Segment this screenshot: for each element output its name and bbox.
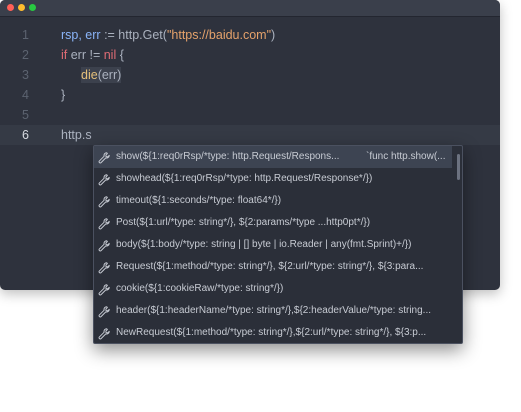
autocomplete-item[interactable]: NewRequest(${1:method/*type: string*/},$… <box>94 322 452 344</box>
autocomplete-item-label: showhead(${1:req0rRsp/*type: http.Reques… <box>116 173 373 184</box>
autocomplete-item-label: Request(${1:method/*type: string*/}, ${2… <box>116 261 424 272</box>
autocomplete-item-label: Post(${1:url/*type: string*/}, ${2:param… <box>116 217 371 228</box>
code-token: (err) <box>97 68 122 82</box>
autocomplete-item[interactable]: timeout(${1:seconds/*type: float64*/}) <box>94 190 452 212</box>
wrench-icon <box>98 261 110 274</box>
autocomplete-item[interactable]: header(${1:headerName/*type: string*/},$… <box>94 300 452 322</box>
wrench-icon <box>98 195 110 208</box>
code-token: := http.Get( <box>100 28 167 42</box>
line-number: 5 <box>22 108 29 122</box>
autocomplete-item-label: body(${1:body/*type: string | [] byte | … <box>116 239 412 250</box>
maximize-window-button[interactable] <box>29 4 36 11</box>
code-line: 3 die(err) <box>0 65 500 85</box>
function-name: die <box>81 68 98 82</box>
wrench-icon <box>98 327 110 340</box>
string-literal: "https://baidu.com" <box>166 28 272 42</box>
wrench-icon <box>98 217 110 230</box>
wrench-icon <box>98 173 110 186</box>
close-window-button[interactable] <box>7 4 14 11</box>
code-line: 5 <box>0 105 500 125</box>
code-line: 4 } <box>0 85 500 105</box>
keyword: nil <box>103 48 117 62</box>
code-token: ) <box>271 28 276 42</box>
autocomplete-popup: show(${1:req0rRsp/*type: http.Request/Re… <box>93 145 463 344</box>
code-token: err != <box>67 48 104 62</box>
minimize-window-button[interactable] <box>18 4 25 11</box>
autocomplete-scrollbar[interactable] <box>457 154 460 180</box>
code-token: { <box>116 48 124 62</box>
line-number: 3 <box>22 68 29 82</box>
autocomplete-item[interactable]: body(${1:body/*type: string | [] byte | … <box>94 234 452 256</box>
autocomplete-item-label: cookie(${1:cookieRaw/*type: string*/}) <box>116 283 284 294</box>
line-number: 6 <box>22 128 29 142</box>
autocomplete-item-label: timeout(${1:seconds/*type: float64*/}) <box>116 195 282 206</box>
autocomplete-item[interactable]: showhead(${1:req0rRsp/*type: http.Reques… <box>94 168 452 190</box>
line-number: 2 <box>22 48 29 62</box>
title-bar <box>0 0 500 17</box>
autocomplete-item[interactable]: show(${1:req0rRsp/*type: http.Request/Re… <box>94 146 452 168</box>
code-token: } <box>61 88 66 102</box>
code-line: 1 rsp, err := http.Get("https://baidu.co… <box>0 25 500 45</box>
autocomplete-item[interactable]: Post(${1:url/*type: string*/}, ${2:param… <box>94 212 452 234</box>
wrench-icon <box>98 239 110 252</box>
code-line: 2 if err != nil { <box>0 45 500 65</box>
active-code-line: 6 http.s <box>0 125 500 145</box>
wrench-icon <box>98 305 110 318</box>
autocomplete-item-label: header(${1:headerName/*type: string*/},$… <box>116 305 432 316</box>
autocomplete-item-signature: `func http.show(... <box>366 151 446 162</box>
autocomplete-item[interactable]: cookie(${1:cookieRaw/*type: string*/}) <box>94 278 452 300</box>
autocomplete-item[interactable]: Request(${1:method/*type: string*/}, ${2… <box>94 256 452 278</box>
code-token: rsp, err <box>61 28 101 42</box>
line-number: 4 <box>22 88 29 102</box>
autocomplete-item-label: NewRequest(${1:method/*type: string*/},$… <box>116 327 427 338</box>
wrench-icon <box>98 283 110 296</box>
code-token: http.s <box>61 128 92 142</box>
autocomplete-item-label: show(${1:req0rRsp/*type: http.Request/Re… <box>116 151 340 162</box>
wrench-icon <box>98 151 110 164</box>
line-number: 1 <box>22 28 29 42</box>
